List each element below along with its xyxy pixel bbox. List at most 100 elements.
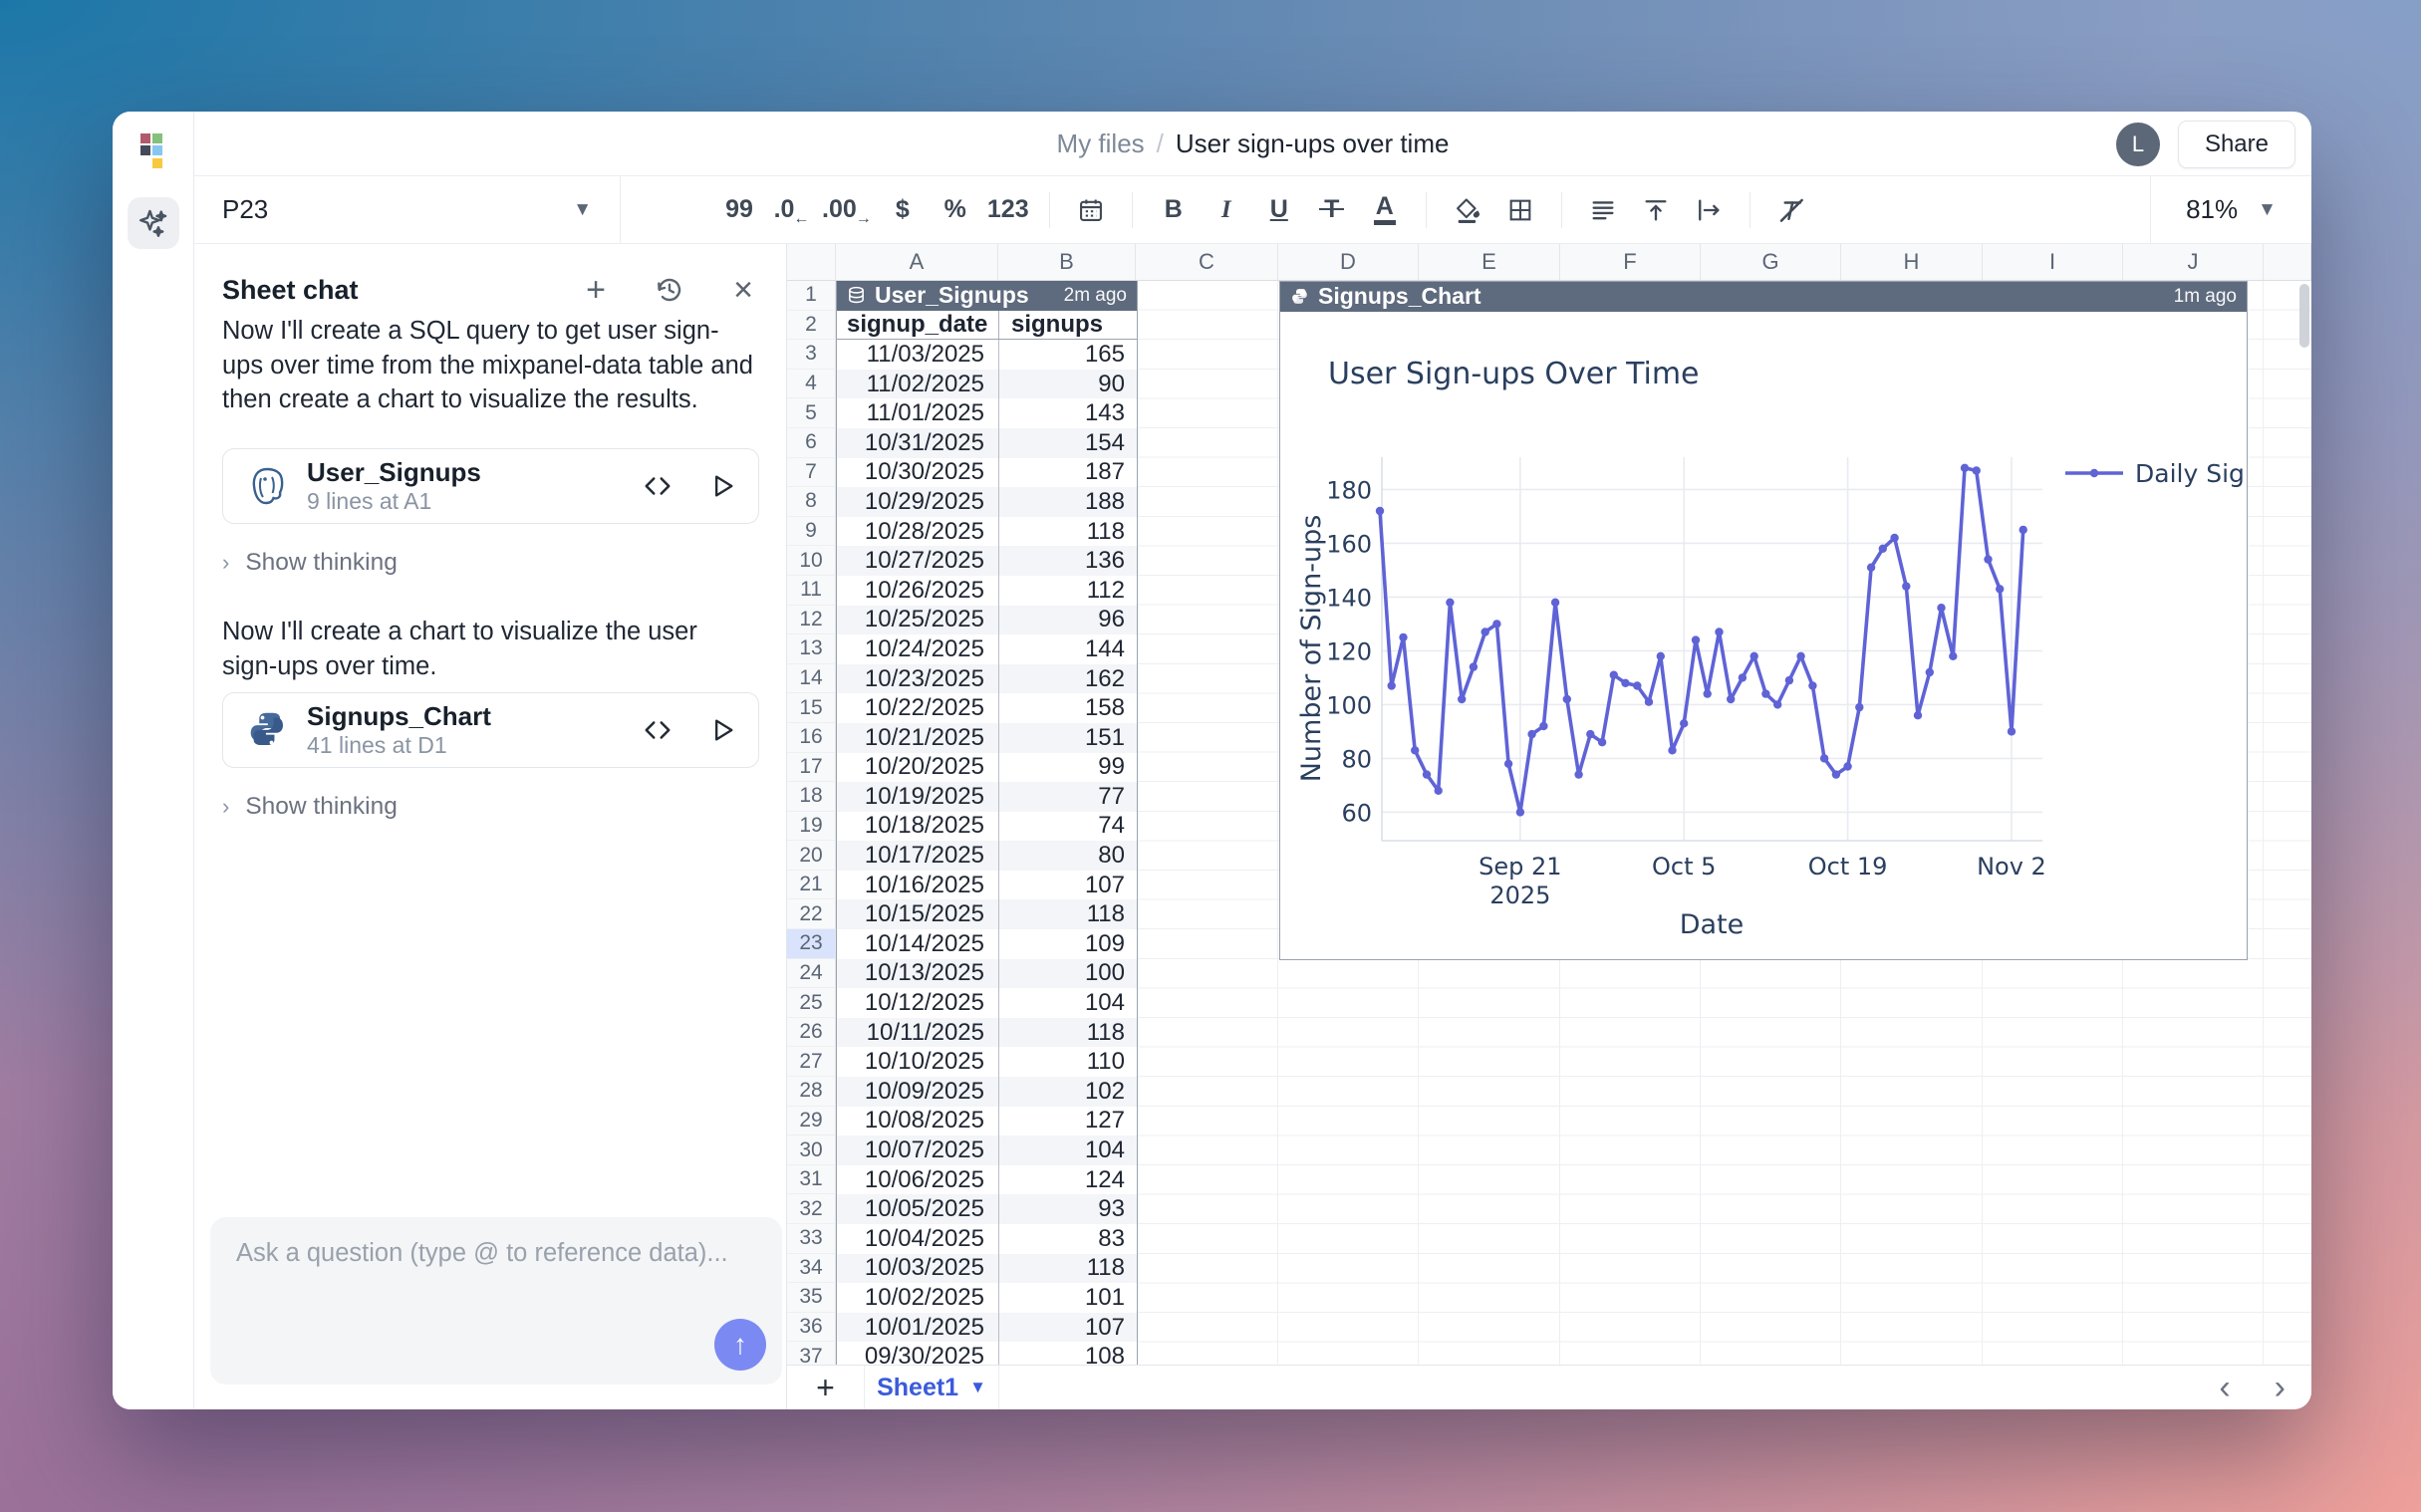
cell-signup-date[interactable]: 10/25/2025 xyxy=(837,606,999,635)
table-row[interactable]: 10/07/2025104 xyxy=(837,1135,1137,1165)
italic-button[interactable]: I xyxy=(1204,187,1249,233)
cell-signup-date[interactable]: 10/02/2025 xyxy=(837,1283,999,1313)
row-header-34[interactable]: 34 xyxy=(787,1254,836,1284)
table-row[interactable]: 10/29/2025188 xyxy=(837,487,1137,517)
text-color-button[interactable]: A xyxy=(1362,187,1408,233)
view-code-icon[interactable] xyxy=(643,715,672,745)
table-header-bar[interactable]: User_Signups 2m ago xyxy=(837,281,1137,311)
table-row[interactable]: 11/01/2025143 xyxy=(837,398,1137,428)
table-row[interactable]: 10/09/2025102 xyxy=(837,1077,1137,1107)
table-row[interactable]: 10/12/2025104 xyxy=(837,988,1137,1018)
cell-signup-date[interactable]: 10/09/2025 xyxy=(837,1077,999,1107)
underline-button[interactable]: U xyxy=(1256,187,1302,233)
table-row[interactable]: 10/05/202593 xyxy=(837,1194,1137,1224)
cell-signup-date[interactable]: 10/11/2025 xyxy=(837,1018,999,1048)
row-header-1[interactable]: 1 xyxy=(787,281,836,311)
new-chat-button[interactable]: + xyxy=(579,273,613,307)
borders-button[interactable] xyxy=(1497,187,1543,233)
row-header-16[interactable]: 16 xyxy=(787,723,836,753)
column-header-d[interactable]: D xyxy=(1278,244,1419,280)
cell-signup-date[interactable]: 11/03/2025 xyxy=(837,340,999,370)
table-row[interactable]: 09/30/2025108 xyxy=(837,1342,1137,1365)
chart-object-signups-chart[interactable]: Signups_Chart 1m ago 6080100120140160180… xyxy=(1279,281,2248,960)
table-row[interactable]: 10/26/2025112 xyxy=(837,576,1137,606)
table-row[interactable]: 11/03/2025165 xyxy=(837,340,1137,370)
row-header-11[interactable]: 11 xyxy=(787,576,836,606)
cell-signup-date[interactable]: 10/26/2025 xyxy=(837,576,999,606)
cell-signup-date[interactable]: 10/13/2025 xyxy=(837,959,999,989)
cell-signup-date[interactable]: 10/03/2025 xyxy=(837,1254,999,1284)
cell-signups[interactable]: 154 xyxy=(999,428,1137,458)
table-row[interactable]: 10/16/2025107 xyxy=(837,871,1137,900)
cell-signups[interactable]: 118 xyxy=(999,517,1137,547)
cell-signup-date[interactable]: 10/08/2025 xyxy=(837,1107,999,1136)
cell-signups[interactable]: 144 xyxy=(999,634,1137,664)
cell-signup-date[interactable]: 10/27/2025 xyxy=(837,546,999,576)
cell-signups[interactable]: 93 xyxy=(999,1194,1137,1224)
row-header-33[interactable]: 33 xyxy=(787,1224,836,1254)
cell-signup-date[interactable]: 10/28/2025 xyxy=(837,517,999,547)
cell-signup-date[interactable]: 10/14/2025 xyxy=(837,929,999,959)
decimal-increase-button[interactable]: .00→ xyxy=(822,187,873,233)
cell-signup-date[interactable]: 10/19/2025 xyxy=(837,782,999,812)
table-row[interactable]: 10/25/202596 xyxy=(837,606,1137,635)
column-header-a[interactable]: A xyxy=(836,244,998,280)
cell-signup-date[interactable]: 10/20/2025 xyxy=(837,753,999,783)
row-header-10[interactable]: 10 xyxy=(787,546,836,576)
cell-signups[interactable]: 99 xyxy=(999,753,1137,783)
column-header-signup-date[interactable]: signup_date xyxy=(847,311,987,339)
spreadsheet-grid[interactable]: ABCDEFGHIJ 12345678910111213141516171819… xyxy=(787,244,2311,1365)
breadcrumb-my-files-link[interactable]: My files xyxy=(1057,128,1145,159)
cell-signups[interactable]: 77 xyxy=(999,782,1137,812)
row-header-19[interactable]: 19 xyxy=(787,812,836,842)
table-row[interactable]: 10/11/2025118 xyxy=(837,1018,1137,1048)
cell-signups[interactable]: 90 xyxy=(999,370,1137,399)
column-header-j[interactable]: J xyxy=(2123,244,2264,280)
ai-assistant-button[interactable] xyxy=(128,197,179,249)
data-table-user-signups[interactable]: User_Signups 2m ago signup_date signups … xyxy=(836,281,1138,1365)
cell-signups[interactable]: 109 xyxy=(999,929,1137,959)
add-sheet-button[interactable]: + xyxy=(787,1366,865,1409)
code-cell-card-user-signups[interactable]: User_Signups 9 lines at A1 xyxy=(222,448,759,524)
cell-signups[interactable]: 158 xyxy=(999,693,1137,723)
cell-signups[interactable]: 80 xyxy=(999,841,1137,871)
cell-signups[interactable]: 143 xyxy=(999,398,1137,428)
row-header-15[interactable]: 15 xyxy=(787,693,836,723)
cell-signups[interactable]: 188 xyxy=(999,487,1137,517)
table-row[interactable]: 10/13/2025100 xyxy=(837,959,1137,989)
column-header-b[interactable]: B xyxy=(998,244,1136,280)
cell-signups[interactable]: 112 xyxy=(999,576,1137,606)
column-header-c[interactable]: C xyxy=(1136,244,1278,280)
table-row[interactable]: 10/19/202577 xyxy=(837,782,1137,812)
column-header-partial[interactable] xyxy=(2264,244,2311,280)
row-header-36[interactable]: 36 xyxy=(787,1313,836,1343)
cell-signup-date[interactable]: 10/22/2025 xyxy=(837,693,999,723)
column-header-signups[interactable]: signups xyxy=(1011,311,1103,339)
row-header-7[interactable]: 7 xyxy=(787,458,836,488)
column-header-f[interactable]: F xyxy=(1560,244,1701,280)
cell-reference-box[interactable]: P23 ▼ xyxy=(194,176,621,243)
cell-signup-date[interactable]: 10/31/2025 xyxy=(837,428,999,458)
column-header-e[interactable]: E xyxy=(1419,244,1560,280)
table-row[interactable]: 10/18/202574 xyxy=(837,812,1137,842)
show-thinking-toggle[interactable]: › Show thinking xyxy=(222,549,398,577)
row-header-12[interactable]: 12 xyxy=(787,606,836,635)
format-number-99-button[interactable]: 99 xyxy=(716,187,762,233)
cell-signups[interactable]: 118 xyxy=(999,1018,1137,1048)
clear-formatting-button[interactable] xyxy=(1768,187,1814,233)
table-row[interactable]: 10/17/202580 xyxy=(837,841,1137,871)
row-header-6[interactable]: 6 xyxy=(787,428,836,458)
cell-signups[interactable]: 107 xyxy=(999,871,1137,900)
row-header-2[interactable]: 2 xyxy=(787,311,836,341)
cell-signups[interactable]: 104 xyxy=(999,988,1137,1018)
chat-history-button[interactable] xyxy=(653,273,686,307)
table-row[interactable]: 11/02/202590 xyxy=(837,370,1137,399)
row-header-29[interactable]: 29 xyxy=(787,1107,836,1136)
fill-color-button[interactable] xyxy=(1445,187,1490,233)
row-header-25[interactable]: 25 xyxy=(787,988,836,1018)
row-header-8[interactable]: 8 xyxy=(787,487,836,517)
text-wrap-button[interactable] xyxy=(1686,187,1732,233)
row-header-23[interactable]: 23 xyxy=(787,929,836,959)
format-date-button[interactable] xyxy=(1068,187,1114,233)
table-row[interactable]: 10/10/2025110 xyxy=(837,1047,1137,1077)
